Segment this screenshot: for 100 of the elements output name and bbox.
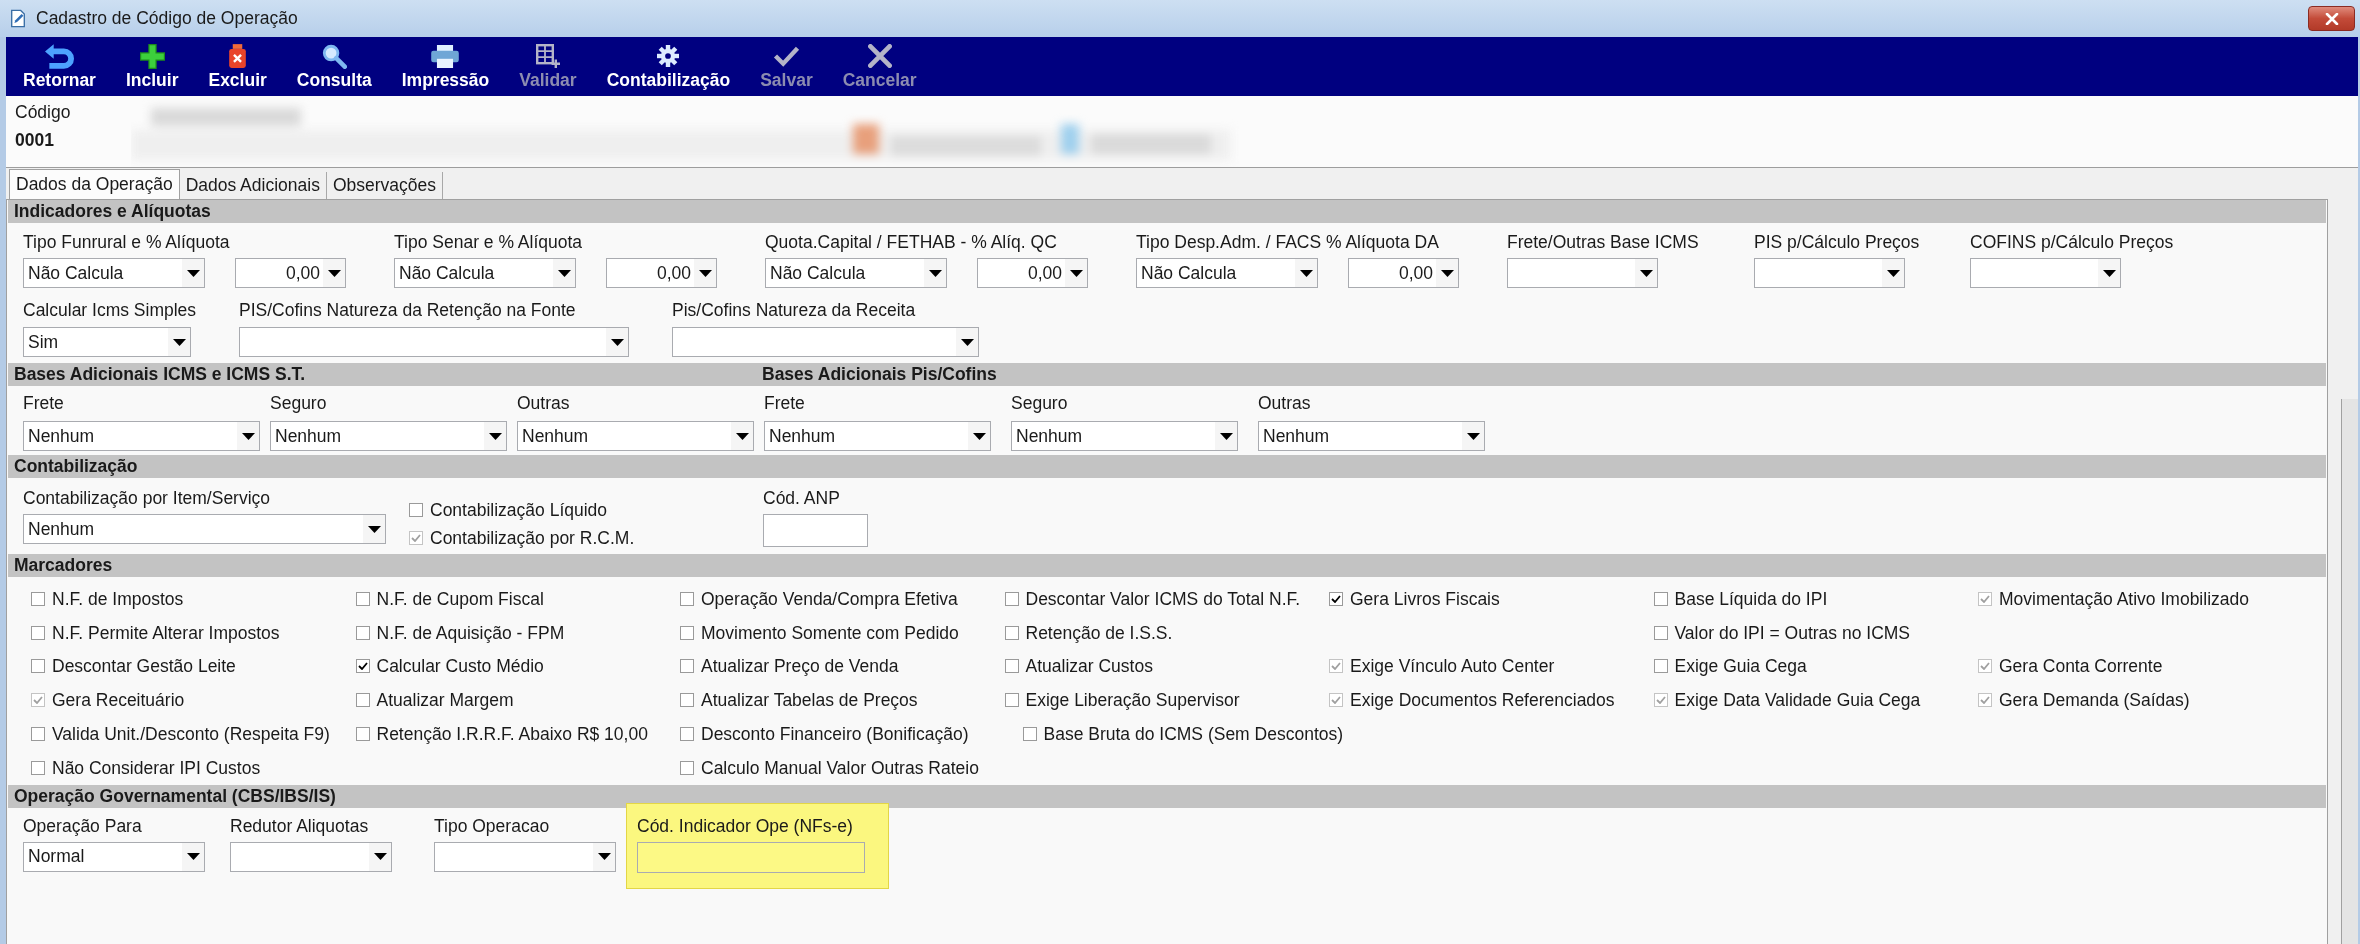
code-value: 0001 — [15, 129, 54, 151]
checkbox-label: Base Líquida do IPI — [1674, 588, 1828, 609]
checkmark-icon — [357, 662, 368, 671]
checkbox[interactable] — [1004, 625, 1019, 640]
dropdown[interactable] — [239, 327, 629, 357]
checkmark-icon — [33, 696, 43, 705]
dropdown[interactable]: Não Calcula — [1136, 258, 1318, 288]
dropdown[interactable]: Sim — [23, 327, 191, 357]
scrollbar-track[interactable] — [2328, 199, 2358, 944]
dropdown[interactable]: 0,00 — [606, 258, 717, 288]
checkbox[interactable] — [355, 727, 370, 742]
checkbox[interactable] — [355, 693, 370, 708]
caret-icon — [735, 432, 749, 440]
dropdown[interactable]: 0,00 — [977, 258, 1088, 288]
scrollbar-thumb[interactable] — [2341, 399, 2358, 944]
checkbox-label: Descontar Valor ICMS do Total N.F. — [1025, 588, 1301, 609]
close-button[interactable] — [2308, 6, 2355, 31]
dropdown[interactable]: Nenhum — [23, 514, 386, 544]
checkmark-icon — [1331, 594, 1341, 603]
dropdown[interactable] — [230, 841, 392, 872]
field-label: Frete — [23, 393, 64, 413]
dropdown[interactable] — [434, 841, 616, 872]
gear-icon — [657, 45, 680, 67]
dropdown[interactable]: Não Calcula — [765, 258, 947, 288]
field-label: Operação Para — [23, 815, 142, 836]
dropdown[interactable]: Nenhum — [270, 421, 507, 451]
dropdown[interactable]: Normal — [23, 841, 205, 872]
add-button[interactable]: Incluir — [110, 37, 194, 96]
delete-button[interactable]: Excluir — [193, 37, 282, 96]
caret-icon — [698, 269, 712, 277]
tab[interactable]: Dados da Operação — [9, 169, 180, 199]
checkbox[interactable] — [31, 625, 45, 640]
text-field[interactable] — [763, 514, 868, 547]
checkbox[interactable] — [31, 659, 45, 674]
text-field[interactable] — [637, 841, 865, 873]
field-label: Calcular Icms Simples — [23, 300, 197, 320]
plus-icon — [139, 43, 165, 69]
field-label: Tipo Funrural e % Alíquota — [23, 232, 230, 252]
dropdown[interactable]: Nenhum — [23, 421, 260, 451]
checkbox-label: Retenção I.R.R.F. Abaixo R$ 10,00 — [376, 724, 648, 745]
checkbox[interactable] — [31, 591, 45, 606]
dropdown[interactable] — [672, 327, 979, 357]
section-title: Marcadores — [14, 554, 113, 577]
checkbox-label: N.F. de Cupom Fiscal — [376, 588, 544, 609]
checkbox[interactable] — [680, 591, 694, 606]
dropdown[interactable]: Nenhum — [1011, 421, 1238, 451]
field-label: Frete/Outras Base ICMS — [1507, 232, 1699, 252]
dropdown[interactable]: 0,00 — [1348, 258, 1459, 288]
checkbox[interactable] — [680, 659, 694, 674]
print-button[interactable]: Impressão — [386, 37, 505, 96]
section-title: Indicadores e Alíquotas — [14, 200, 211, 223]
checkbox[interactable] — [355, 659, 370, 674]
checkbox-label: Descontar Gestão Leite — [52, 656, 236, 677]
checkbox[interactable] — [680, 693, 694, 708]
return-button[interactable]: Retornar — [8, 37, 111, 96]
checkbox[interactable] — [680, 625, 694, 640]
checkbox[interactable] — [1004, 659, 1019, 674]
checkbox-label: Gera Receituário — [52, 690, 185, 711]
field-label: Seguro — [1011, 393, 1068, 413]
caret-icon — [1299, 269, 1313, 277]
checkbox-label: Valor do IPI = Outras no ICMS — [1674, 622, 1911, 643]
checkbox[interactable] — [680, 760, 694, 775]
checkbox[interactable] — [680, 727, 694, 742]
dropdown[interactable] — [1970, 258, 2121, 288]
dropdown[interactable]: Nenhum — [1258, 421, 1485, 451]
dropdown[interactable] — [1754, 258, 1905, 288]
field-label: Redutor Aliquotas — [230, 815, 369, 836]
caret-icon — [186, 269, 200, 277]
checkbox[interactable] — [1329, 591, 1343, 606]
section-title: Bases Adicionais Pis/Cofins — [762, 363, 997, 386]
checkmark-icon — [1980, 662, 1990, 671]
checkbox-label: N.F. de Impostos — [52, 588, 184, 609]
dropdown[interactable] — [1507, 258, 1658, 288]
field-label: Cód. Indicador Ope (NFs-e) — [637, 815, 853, 836]
checkbox-label: Contabilização Líquido — [430, 500, 608, 520]
checkbox-label: Atualizar Custos — [1025, 656, 1153, 677]
checkbox[interactable] — [1653, 591, 1668, 606]
dropdown[interactable]: Não Calcula — [23, 258, 205, 288]
checkbox[interactable] — [1004, 693, 1019, 708]
checkbox[interactable] — [1653, 625, 1668, 640]
caret-icon — [241, 432, 255, 440]
checkbox[interactable] — [355, 591, 370, 606]
checkmark-icon — [1980, 696, 1990, 705]
checkbox[interactable] — [1653, 659, 1668, 674]
field-label: PIS p/Cálculo Preços — [1754, 232, 1920, 252]
dropdown[interactable]: Não Calcula — [394, 258, 576, 288]
checkbox[interactable] — [31, 760, 45, 775]
dropdown[interactable]: Nenhum — [517, 421, 754, 451]
checkbox[interactable] — [409, 503, 423, 517]
accounting-button[interactable]: Contabilização — [591, 37, 746, 96]
dropdown[interactable]: 0,00 — [235, 258, 346, 288]
checkbox-label: Operação Venda/Compra Efetiva — [701, 588, 958, 609]
checkbox[interactable] — [31, 727, 45, 742]
checkbox[interactable] — [1004, 591, 1019, 606]
search-button[interactable]: Consulta — [281, 37, 387, 96]
checkmark-icon — [1655, 696, 1666, 705]
section-title: Bases Adicionais ICMS e ICMS S.T. — [14, 363, 306, 386]
checkbox[interactable] — [1022, 727, 1037, 742]
checkbox[interactable] — [355, 625, 370, 640]
dropdown[interactable]: Nenhum — [764, 421, 991, 451]
